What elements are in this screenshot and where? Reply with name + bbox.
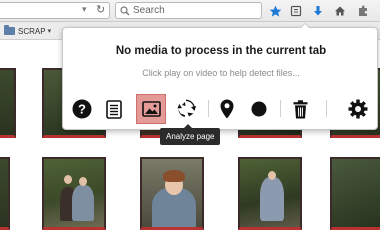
bookmark-folder-label: SCRAP xyxy=(18,26,46,36)
media-extension-popup: No media to process in the current tab C… xyxy=(62,27,378,130)
bookmark-star-icon[interactable] xyxy=(267,3,283,19)
gallery-thumbnail[interactable] xyxy=(140,157,204,230)
extension-icon[interactable] xyxy=(355,3,371,19)
toolbar-divider xyxy=(208,100,209,117)
search-input[interactable] xyxy=(133,4,258,17)
settings-icon xyxy=(348,99,368,119)
record-button[interactable] xyxy=(244,94,274,124)
browser-toolbar: ▾ ↻ xyxy=(0,0,380,22)
list-icon xyxy=(106,99,122,119)
search-box[interactable] xyxy=(115,2,262,19)
help-icon: ? xyxy=(72,99,92,119)
toolbar-divider xyxy=(326,100,327,117)
search-icon xyxy=(120,6,130,16)
popup-title: No media to process in the current tab xyxy=(115,45,327,57)
delete-button[interactable] xyxy=(285,94,315,124)
popup-pointer-fill xyxy=(301,24,309,28)
gallery-thumbnail[interactable] xyxy=(0,157,10,230)
gallery-thumbnail[interactable] xyxy=(0,68,16,138)
convert-icon xyxy=(177,99,196,117)
location-pin-icon xyxy=(220,99,234,119)
bookmarks-menu-icon[interactable] xyxy=(288,3,304,19)
settings-button[interactable] xyxy=(343,94,373,124)
image-icon xyxy=(141,101,161,117)
location-button[interactable] xyxy=(212,94,242,124)
home-icon[interactable] xyxy=(332,3,348,19)
popup-subtitle: Click play on video to help detect files… xyxy=(142,68,300,78)
analyze-page-tooltip: Analyze page xyxy=(160,128,221,145)
gallery-thumbnail[interactable] xyxy=(238,157,302,230)
bookmark-folder-scrap[interactable]: SCRAP ▾ xyxy=(4,24,51,38)
chevron-down-icon: ▾ xyxy=(47,28,52,35)
convert-button[interactable] xyxy=(171,94,201,124)
url-bar[interactable]: ▾ ↻ xyxy=(0,2,110,19)
downloads-icon[interactable] xyxy=(310,3,326,19)
trash-icon xyxy=(293,99,307,118)
svg-text:?: ? xyxy=(78,102,86,117)
folder-icon xyxy=(4,25,15,35)
help-button[interactable]: ? xyxy=(67,94,97,124)
gallery-thumbnail[interactable] xyxy=(42,157,106,230)
url-dropdown-icon[interactable]: ▾ xyxy=(82,4,87,15)
toolbar-divider xyxy=(280,100,281,117)
record-icon xyxy=(251,101,267,117)
gallery-thumbnail[interactable] xyxy=(330,157,380,230)
reload-icon[interactable]: ↻ xyxy=(96,3,105,16)
list-button[interactable] xyxy=(99,94,129,124)
analyze-page-button[interactable] xyxy=(136,94,166,124)
